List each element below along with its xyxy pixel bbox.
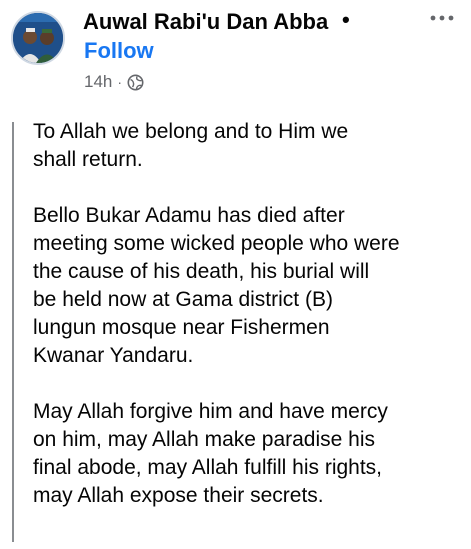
follow-button[interactable]: Follow [84,38,154,64]
globe-icon[interactable] [127,74,144,91]
avatar-image [13,13,63,63]
quote-bar [12,122,14,542]
post-paragraph: May Allah forgive him and have mercy on … [33,400,388,507]
post-body: To Allah we belong and to Him we shall r… [33,118,458,510]
meta-separator: · [117,74,123,90]
timestamp[interactable]: 14h [84,72,112,92]
author-name[interactable]: Auwal Rabi'u Dan Abba [83,9,328,35]
post-meta: 14h · [84,71,144,93]
avatar[interactable] [11,11,65,65]
post-paragraph: To Allah we belong and to Him we shall r… [33,120,349,171]
post-paragraph: Bello Bukar Adamu has died after meeting… [33,204,400,367]
post-header: Auwal Rabi'u Dan Abba • Follow 14h · [0,0,471,110]
more-dots-icon[interactable] [429,8,455,28]
name-separator: • [342,7,350,32]
